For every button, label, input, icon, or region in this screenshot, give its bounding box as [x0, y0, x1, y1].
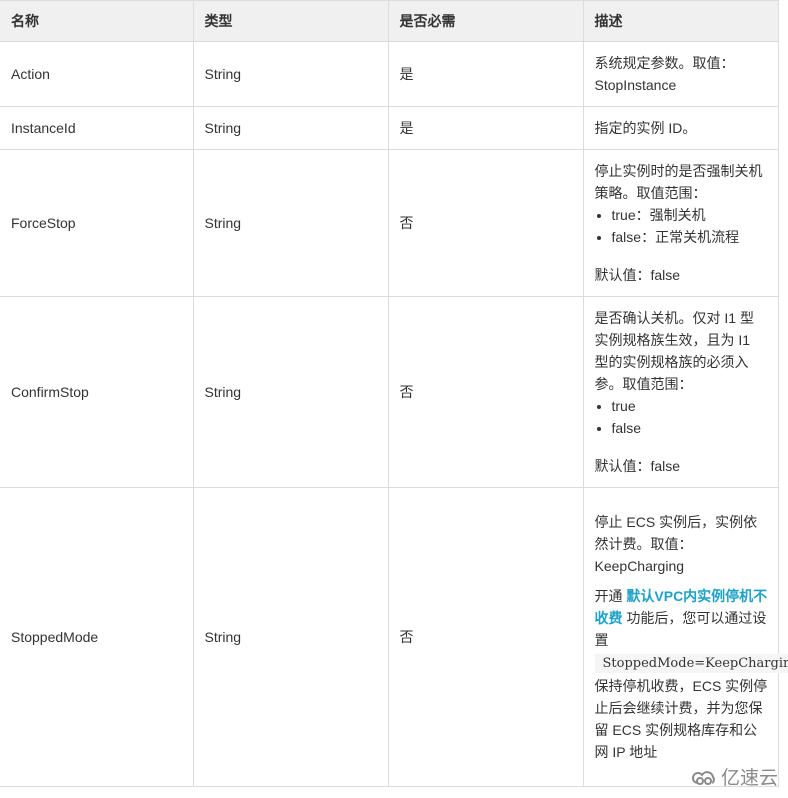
description-text: 指定的实例 ID。: [594, 120, 697, 136]
text-prefix: 开通: [594, 588, 627, 604]
watermark-text: 亿速云: [720, 768, 778, 789]
param-type: String: [192, 487, 389, 787]
param-required: 否: [387, 149, 584, 297]
header-required: 是否必需: [387, 0, 584, 42]
header-type: 类型: [192, 0, 389, 42]
param-type: String: [192, 296, 389, 488]
table-header-row: 名称 类型 是否必需 描述: [0, 0, 779, 42]
option-item: true：强制关机: [612, 204, 768, 226]
table-row: StoppedMode String 否 停止 ECS 实例后，实例依然计费。取…: [0, 487, 788, 787]
option-list: true：强制关机 false：正常关机流程: [595, 204, 768, 248]
description-text: 系统规定参数。取值：StopInstance: [594, 55, 735, 93]
param-type: String: [192, 106, 389, 150]
param-required: 否: [387, 487, 584, 787]
option-item: false：正常关机流程: [612, 226, 768, 248]
default-value: 默认值：false: [594, 267, 681, 283]
param-type: String: [192, 41, 389, 107]
table-row: ForceStop String 否 停止实例时的是否强制关机策略。取值范围： …: [0, 149, 779, 297]
table-row: InstanceId String 是 指定的实例 ID。: [0, 106, 779, 150]
param-required: 是: [387, 106, 584, 150]
param-description: 停止 ECS 实例后，实例依然计费。取值：KeepCharging 开通 默认V…: [582, 487, 788, 787]
param-description: 指定的实例 ID。: [582, 106, 779, 150]
parameters-table: 名称 类型 是否必需 描述 Action String 是 系统规定参数。取值：…: [0, 0, 788, 787]
watermark: 亿速云: [692, 763, 778, 790]
table-row: ConfirmStop String 否 是否确认关机。仅对 I1 型实例规格族…: [0, 296, 779, 488]
param-description: 系统规定参数。取值：StopInstance: [582, 41, 779, 107]
description-text: 停止 ECS 实例后，实例依然计费。取值：KeepCharging: [594, 514, 758, 574]
param-description: 停止实例时的是否强制关机策略。取值范围： true：强制关机 false：正常关…: [582, 149, 779, 297]
text-suffix: 保持停机收费，ECS 实例停止后会继续计费，并为您保留 ECS 实例规格库存和公…: [594, 678, 768, 760]
description-paragraph: 开通 默认VPC内实例停机不收费 功能后，您可以通过设置 StoppedMode…: [594, 585, 788, 763]
yisu-cloud-logo-icon: [692, 770, 715, 785]
param-required: 否: [387, 296, 584, 488]
option-item: true: [612, 395, 768, 417]
param-name: ConfirmStop: [0, 296, 194, 488]
param-type: String: [192, 149, 389, 297]
header-description: 描述: [582, 0, 779, 42]
inline-code: StoppedMode=KeepCharging: [594, 654, 788, 673]
description-text: 停止实例时的是否强制关机策略。取值范围：: [594, 163, 763, 201]
header-name: 名称: [0, 0, 194, 42]
param-required: 是: [387, 41, 584, 107]
default-value: 默认值：false: [594, 458, 681, 474]
param-description: 是否确认关机。仅对 I1 型实例规格族生效，且为 I1 型的实例规格族的必须入参…: [582, 296, 779, 488]
option-item: false: [612, 417, 768, 439]
param-name: StoppedMode: [0, 487, 194, 787]
description-text: 是否确认关机。仅对 I1 型实例规格族生效，且为 I1 型的实例规格族的必须入参…: [594, 310, 754, 392]
table-row: Action String 是 系统规定参数。取值：StopInstance: [0, 41, 779, 107]
param-name: ForceStop: [0, 149, 194, 297]
param-name: InstanceId: [0, 106, 194, 150]
option-list: true false: [595, 395, 768, 439]
param-name: Action: [0, 41, 194, 107]
